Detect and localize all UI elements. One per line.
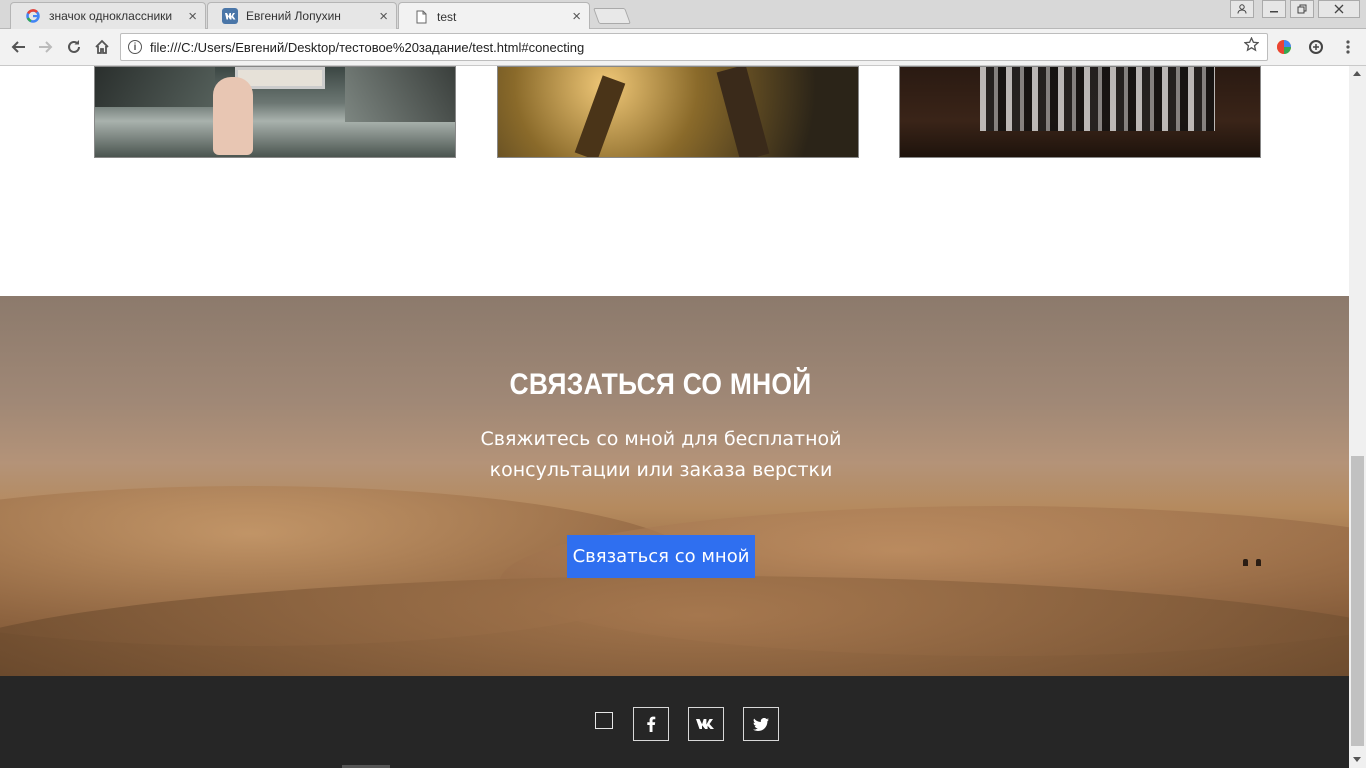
image-detail (574, 75, 626, 157)
tab-vk[interactable]: Евгений Лопухин × (207, 2, 397, 29)
image-detail (95, 67, 215, 107)
restore-icon[interactable] (1290, 0, 1314, 18)
camel-silhouette (1243, 559, 1248, 566)
tab-google[interactable]: значок одноклассники × (10, 2, 206, 29)
footer (0, 676, 1349, 768)
contact-section: СВЯЗАТЬСЯ СО МНОЙ Свяжитесь со мной для … (0, 296, 1349, 676)
page-scrollbar[interactable] (1349, 66, 1366, 768)
new-tab-button[interactable] (593, 8, 631, 24)
vk-icon (222, 8, 238, 24)
extension-sync-icon[interactable] (1308, 39, 1324, 55)
close-window-icon[interactable] (1318, 0, 1360, 18)
extension-colors-icon[interactable] (1276, 39, 1292, 55)
home-icon[interactable] (91, 36, 113, 58)
tab-close-icon[interactable]: × (572, 8, 581, 25)
profile-icon[interactable] (1230, 0, 1254, 18)
gallery-image-musician[interactable] (899, 66, 1261, 158)
bookmark-star-icon[interactable] (1243, 36, 1260, 57)
facebook-icon[interactable] (633, 707, 669, 741)
minimize-icon[interactable] (1262, 0, 1286, 18)
back-arrow-icon[interactable] (7, 36, 29, 58)
vk-icon[interactable] (688, 707, 724, 741)
contact-me-button[interactable]: Связаться со мной (567, 535, 755, 578)
checkbox-square-icon[interactable] (595, 712, 613, 729)
tab-close-icon[interactable]: × (379, 8, 388, 25)
menu-dots-icon[interactable] (1340, 39, 1356, 55)
google-icon (25, 8, 41, 24)
tab-title: значок одноклассники (49, 9, 173, 23)
gallery-image-concert[interactable] (497, 66, 859, 158)
tab-title: test (437, 9, 457, 24)
image-detail (213, 77, 253, 155)
twitter-icon[interactable] (743, 707, 779, 741)
tab-test[interactable]: test × (398, 2, 590, 30)
tab-strip: значок одноклассники × Евгений Лопухин ×… (0, 0, 1366, 30)
browser-toolbar: i file:///C:/Users/Евгений/Desktop/тесто… (0, 29, 1366, 66)
image-detail (345, 67, 455, 122)
image-detail (716, 67, 770, 157)
image-detail (980, 67, 1215, 131)
tab-title: Евгений Лопухин (246, 9, 341, 23)
camel-silhouette (1256, 559, 1261, 566)
page-icon (413, 9, 429, 25)
gallery-image-lake[interactable] (94, 66, 456, 158)
site-info-icon[interactable]: i (128, 40, 142, 54)
scroll-down-icon[interactable] (1353, 757, 1361, 762)
window-controls (1224, 0, 1366, 18)
scrollbar-thumb[interactable] (1351, 456, 1364, 746)
forward-arrow-icon[interactable] (35, 36, 57, 58)
tab-close-icon[interactable]: × (188, 8, 197, 25)
page-viewport: СВЯЗАТЬСЯ СО МНОЙ Свяжитесь со мной для … (0, 66, 1349, 768)
contact-title: СВЯЗАТЬСЯ СО МНОЙ (509, 368, 812, 401)
scroll-up-icon[interactable] (1353, 71, 1361, 76)
address-url[interactable]: file:///C:/Users/Евгений/Desktop/тестово… (150, 40, 1244, 55)
contact-subtitle: Свяжитесь со мной для бесплатной консуль… (480, 428, 842, 481)
reload-icon[interactable] (63, 36, 85, 58)
address-bar[interactable]: i file:///C:/Users/Евгений/Desktop/тесто… (120, 33, 1268, 61)
